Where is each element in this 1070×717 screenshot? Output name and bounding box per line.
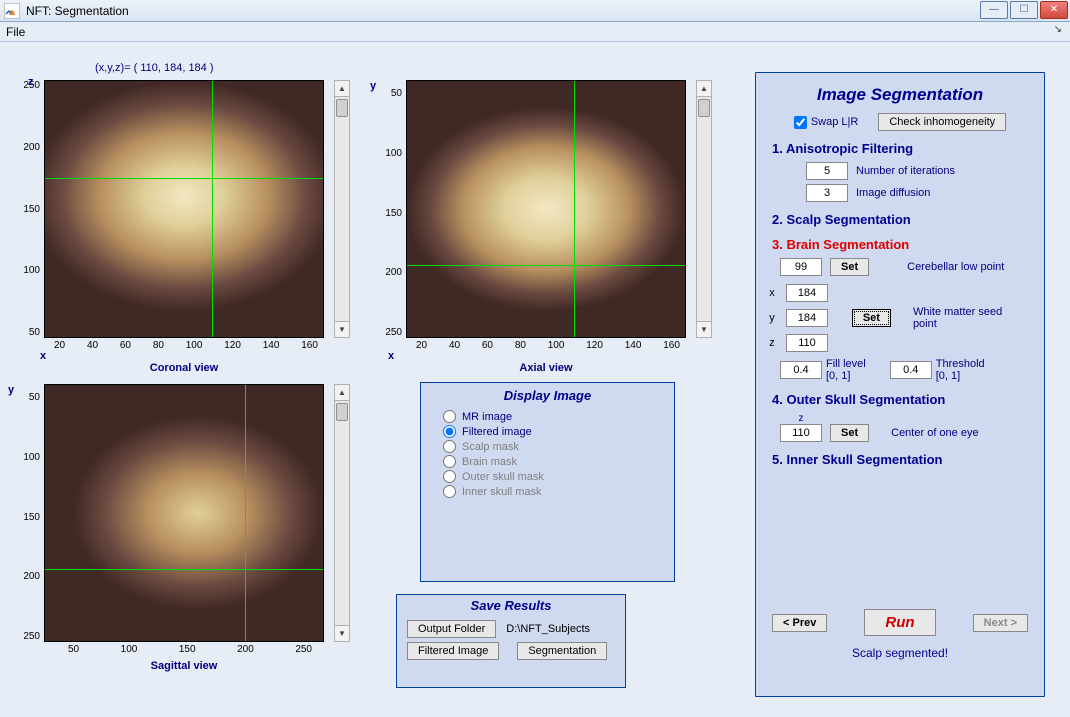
radio-mr-image[interactable]: MR image xyxy=(443,410,652,423)
threshold-range: [0, 1] xyxy=(936,370,985,382)
section-brain-segmentation: 3. Brain Segmentation xyxy=(772,237,1028,252)
sagittal-scrollbar[interactable]: ▲ ▼ xyxy=(334,384,350,642)
scroll-down-icon[interactable]: ▼ xyxy=(335,321,349,337)
scroll-thumb[interactable] xyxy=(336,99,348,117)
window-minimize-button[interactable]: — xyxy=(980,1,1008,19)
scroll-down-icon[interactable]: ▼ xyxy=(697,321,711,337)
radio-brain-mask[interactable]: Brain mask xyxy=(443,455,652,468)
axial-axes[interactable] xyxy=(406,80,686,338)
sagittal-ylabel: y xyxy=(8,384,14,396)
z-label: z xyxy=(766,337,778,349)
check-inhomogeneity-button[interactable]: Check inhomogeneity xyxy=(878,113,1006,131)
axial-ylabel: y xyxy=(370,80,376,92)
wm-label: White matter seed point xyxy=(913,306,1028,330)
threshold-label: Threshold xyxy=(936,358,985,370)
next-button[interactable]: Next > xyxy=(973,614,1028,632)
coordinate-readout: (x,y,z)= ( 110, 184, 184 ) xyxy=(95,62,214,74)
sagittal-xticks: 50100150200250 xyxy=(68,644,312,655)
x-label: x xyxy=(766,287,778,299)
iterations-input[interactable] xyxy=(806,162,848,180)
fill-level-input[interactable] xyxy=(780,361,822,379)
axial-image xyxy=(407,81,685,337)
matlab-icon xyxy=(4,3,20,19)
display-image-title: Display Image xyxy=(421,383,674,408)
coronal-ylabel: z xyxy=(28,76,34,88)
axial-title: Axial view xyxy=(406,362,686,374)
wm-y-input[interactable] xyxy=(786,309,828,327)
section-scalp-segmentation: 2. Scalp Segmentation xyxy=(772,212,1028,227)
diffusion-input[interactable] xyxy=(806,184,848,202)
swap-lr-checkbox[interactable]: Swap L|R xyxy=(794,116,859,129)
eye-z-input[interactable] xyxy=(780,424,822,442)
titlebar: NFT: Segmentation — ☐ ✕ xyxy=(0,0,1070,22)
menubar: File ↘ xyxy=(0,22,1070,42)
output-folder-path: D:\NFT_Subjects xyxy=(506,623,590,635)
scroll-track[interactable] xyxy=(697,97,711,321)
iterations-label: Number of iterations xyxy=(856,165,955,177)
eye-label: Center of one eye xyxy=(891,427,978,439)
eye-z-label: z xyxy=(799,413,804,424)
coronal-axes[interactable] xyxy=(44,80,324,338)
section-inner-skull: 5. Inner Skull Segmentation xyxy=(772,452,1028,467)
threshold-input[interactable] xyxy=(890,361,932,379)
wm-z-input[interactable] xyxy=(786,334,828,352)
axial-yticks: 50100150200250 xyxy=(378,88,402,338)
segmentation-title: Image Segmentation xyxy=(756,85,1044,105)
y-label: y xyxy=(766,312,778,324)
scroll-up-icon[interactable]: ▲ xyxy=(335,81,349,97)
coronal-title: Coronal view xyxy=(44,362,324,374)
scroll-up-icon[interactable]: ▲ xyxy=(335,385,349,401)
menu-file[interactable]: File xyxy=(6,25,25,39)
coronal-xlabel: x xyxy=(40,350,46,362)
coronal-xticks: 20406080100120140160 xyxy=(54,340,318,351)
cerebellar-label: Cerebellar low point xyxy=(907,261,1004,273)
coronal-image xyxy=(45,81,323,337)
section-anisotropic-filtering: 1. Anisotropic Filtering xyxy=(772,141,1028,156)
segmentation-panel: Image Segmentation Swap L|R Check inhomo… xyxy=(755,72,1045,697)
save-results-title: Save Results xyxy=(397,595,625,616)
save-filtered-image-button[interactable]: Filtered Image xyxy=(407,642,499,660)
cerebellar-set-button[interactable]: Set xyxy=(830,258,869,276)
scroll-down-icon[interactable]: ▼ xyxy=(335,625,349,641)
scroll-thumb[interactable] xyxy=(336,403,348,421)
axial-xlabel: x xyxy=(388,350,394,362)
scroll-thumb[interactable] xyxy=(698,99,710,117)
sagittal-yticks: 50100150200250 xyxy=(16,392,40,642)
sagittal-axes[interactable] xyxy=(44,384,324,642)
run-button[interactable]: Run xyxy=(864,609,935,636)
display-image-panel: Display Image MR image Filtered image Sc… xyxy=(420,382,675,582)
sagittal-image xyxy=(45,385,323,641)
radio-inner-skull-mask[interactable]: Inner skull mask xyxy=(443,485,652,498)
window-maximize-button[interactable]: ☐ xyxy=(1010,1,1038,19)
window-title: NFT: Segmentation xyxy=(26,4,129,18)
save-results-panel: Save Results Output Folder D:\NFT_Subjec… xyxy=(396,594,626,688)
sagittal-title: Sagittal view xyxy=(44,660,324,672)
wm-x-input[interactable] xyxy=(786,284,828,302)
coronal-scrollbar[interactable]: ▲ ▼ xyxy=(334,80,350,338)
menu-overflow-icon[interactable]: ↘ xyxy=(1054,24,1062,35)
fill-level-label: Fill level xyxy=(826,358,866,370)
axial-xticks: 20406080100120140160 xyxy=(416,340,680,351)
radio-outer-skull-mask[interactable]: Outer skull mask xyxy=(443,470,652,483)
axial-scrollbar[interactable]: ▲ ▼ xyxy=(696,80,712,338)
scroll-up-icon[interactable]: ▲ xyxy=(697,81,711,97)
window-close-button[interactable]: ✕ xyxy=(1040,1,1068,19)
eye-set-button[interactable]: Set xyxy=(830,424,869,442)
diffusion-label: Image diffusion xyxy=(856,187,930,199)
prev-button[interactable]: < Prev xyxy=(772,614,827,632)
scroll-track[interactable] xyxy=(335,97,349,321)
cerebellar-input[interactable] xyxy=(780,258,822,276)
radio-scalp-mask[interactable]: Scalp mask xyxy=(443,440,652,453)
fill-level-range: [0, 1] xyxy=(826,370,866,382)
save-segmentation-button[interactable]: Segmentation xyxy=(517,642,607,660)
wm-set-button[interactable]: Set xyxy=(852,309,891,327)
radio-filtered-image[interactable]: Filtered image xyxy=(443,425,652,438)
output-folder-button[interactable]: Output Folder xyxy=(407,620,496,638)
status-message: Scalp segmented! xyxy=(756,646,1044,660)
coronal-yticks: 25020015010050 xyxy=(16,80,40,338)
scroll-track[interactable] xyxy=(335,401,349,625)
section-outer-skull: 4. Outer Skull Segmentation xyxy=(772,392,1028,407)
